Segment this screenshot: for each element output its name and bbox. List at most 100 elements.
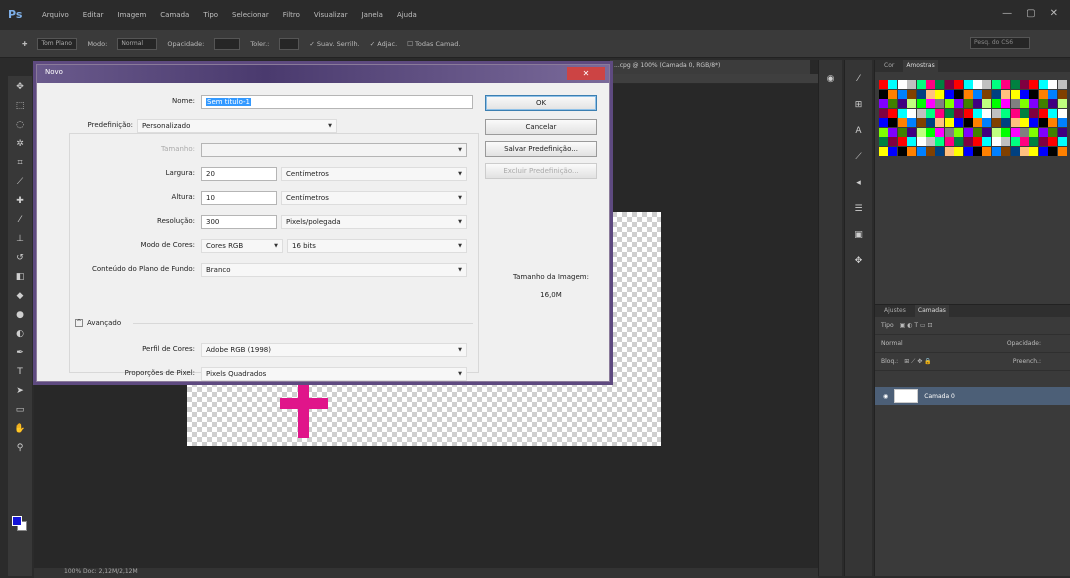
color-swatch[interactable] <box>1010 146 1020 156</box>
color-swatch[interactable] <box>991 118 1001 127</box>
color-swatch[interactable] <box>1010 118 1020 127</box>
color-swatch[interactable] <box>1029 99 1039 108</box>
color-swatch[interactable] <box>944 127 954 137</box>
color-swatch[interactable] <box>907 89 917 99</box>
tab-adjustments[interactable]: Ajustes <box>881 305 909 317</box>
preset-dropdown[interactable]: Personalizado ▼ <box>137 119 337 133</box>
color-swatch[interactable] <box>982 137 992 146</box>
opacity-input[interactable] <box>214 37 241 50</box>
color-swatch[interactable] <box>907 137 917 146</box>
lasso-tool-icon[interactable]: ◌ <box>13 118 27 132</box>
color-swatch[interactable] <box>1038 89 1048 99</box>
color-swatch[interactable] <box>897 146 907 156</box>
resolution-input[interactable]: 300 <box>201 215 277 229</box>
color-swatch[interactable] <box>1020 127 1029 137</box>
color-swatch[interactable] <box>1038 108 1048 118</box>
color-swatch[interactable] <box>926 127 935 137</box>
color-swatch[interactable] <box>897 118 907 127</box>
document-tab[interactable]: ...cpg @ 100% (Camada 0, RGB/8*) <box>610 60 810 74</box>
color-swatch[interactable] <box>1029 80 1039 89</box>
color-swatch[interactable] <box>1048 137 1058 146</box>
color-swatch[interactable] <box>963 99 973 108</box>
type-tool-icon[interactable]: T <box>13 365 27 379</box>
color-swatch[interactable] <box>888 99 898 108</box>
color-swatch[interactable] <box>991 89 1001 99</box>
color-swatch[interactable] <box>879 89 888 99</box>
color-swatch[interactable] <box>1057 108 1067 118</box>
dialog-close-button[interactable]: ✕ <box>567 67 605 80</box>
adjust-panel-icon[interactable]: ⊞ <box>852 98 866 112</box>
color-swatch[interactable] <box>926 99 935 108</box>
color-swatch[interactable] <box>1029 137 1039 146</box>
color-swatch[interactable] <box>888 146 898 156</box>
color-swatch[interactable] <box>879 80 888 89</box>
color-swatch[interactable] <box>907 127 917 137</box>
resolution-unit-dropdown[interactable]: Pixels/polegada ▼ <box>281 215 467 229</box>
color-swatch[interactable] <box>991 99 1001 108</box>
color-swatch[interactable] <box>1020 137 1029 146</box>
foreground-color-swatch[interactable] <box>12 516 22 526</box>
clone-source-icon[interactable]: ⟋ <box>852 150 866 164</box>
color-swatch[interactable] <box>1010 80 1020 89</box>
color-swatch[interactable] <box>935 146 945 156</box>
color-swatch[interactable] <box>888 89 898 99</box>
color-swatch[interactable] <box>897 127 907 137</box>
shape-tool-icon[interactable]: ▭ <box>13 403 27 417</box>
color-swatch[interactable] <box>916 127 926 137</box>
blend-mode-dropdown[interactable]: Normal <box>881 340 903 347</box>
pen-tool-icon[interactable]: ✒ <box>13 346 27 360</box>
color-swatch[interactable] <box>991 127 1001 137</box>
delete-preset-button[interactable]: Excluir Predefinição... <box>485 163 597 179</box>
color-swatch[interactable] <box>973 89 982 99</box>
color-swatch[interactable] <box>982 127 992 137</box>
color-swatch[interactable] <box>907 146 917 156</box>
menu-editar[interactable]: Editar <box>83 11 104 19</box>
color-swatch[interactable] <box>897 99 907 108</box>
color-swatch[interactable] <box>1038 99 1048 108</box>
color-swatch[interactable] <box>1048 118 1058 127</box>
color-swatch[interactable] <box>973 137 982 146</box>
color-swatch[interactable] <box>944 108 954 118</box>
color-swatch[interactable] <box>944 118 954 127</box>
color-swatch[interactable] <box>982 89 992 99</box>
color-swatch[interactable] <box>1029 108 1039 118</box>
color-swatch[interactable] <box>954 127 964 137</box>
color-swatch[interactable] <box>888 127 898 137</box>
color-swatch[interactable] <box>1010 89 1020 99</box>
bit-depth-dropdown[interactable]: 16 bits ▼ <box>287 239 467 253</box>
color-swatch[interactable] <box>973 127 982 137</box>
color-swatch[interactable] <box>1048 89 1058 99</box>
menu-selecionar[interactable]: Selecionar <box>232 11 269 19</box>
crop-tool-icon[interactable]: ⌗ <box>13 156 27 170</box>
menu-ajuda[interactable]: Ajuda <box>397 11 417 19</box>
path-selection-tool-icon[interactable]: ➤ <box>13 384 27 398</box>
color-swatch[interactable] <box>1038 80 1048 89</box>
color-swatch[interactable] <box>1038 146 1048 156</box>
color-swatch[interactable] <box>1057 80 1067 89</box>
color-swatch[interactable] <box>916 99 926 108</box>
navigator-icon[interactable]: ▣ <box>852 228 866 242</box>
color-swatch[interactable] <box>1029 89 1039 99</box>
color-swatch[interactable] <box>935 89 945 99</box>
color-swatch[interactable] <box>1020 89 1029 99</box>
swatches-grid[interactable] <box>879 80 1067 160</box>
color-swatch[interactable] <box>1038 137 1048 146</box>
color-swatch[interactable] <box>935 80 945 89</box>
color-swatch[interactable] <box>963 89 973 99</box>
color-swatch[interactable] <box>916 89 926 99</box>
history-brush-tool-icon[interactable]: ↺ <box>13 251 27 265</box>
color-swatch[interactable] <box>888 137 898 146</box>
eraser-tool-icon[interactable]: ◧ <box>13 270 27 284</box>
color-swatch[interactable] <box>926 80 935 89</box>
tolerance-input[interactable] <box>279 37 300 50</box>
color-swatch[interactable] <box>1020 99 1029 108</box>
actions-icon[interactable]: ☰ <box>852 202 866 216</box>
color-swatch[interactable] <box>963 118 973 127</box>
color-swatch[interactable] <box>944 137 954 146</box>
all-layers-checkbox[interactable]: ☐ Todas Camad. <box>407 40 460 48</box>
color-swatch[interactable] <box>897 80 907 89</box>
zoom-tool-icon[interactable]: ⚲ <box>13 441 27 455</box>
color-swatch[interactable] <box>982 118 992 127</box>
color-mode-dropdown[interactable]: Cores RGB ▼ <box>201 239 283 253</box>
color-swatch[interactable] <box>991 137 1001 146</box>
